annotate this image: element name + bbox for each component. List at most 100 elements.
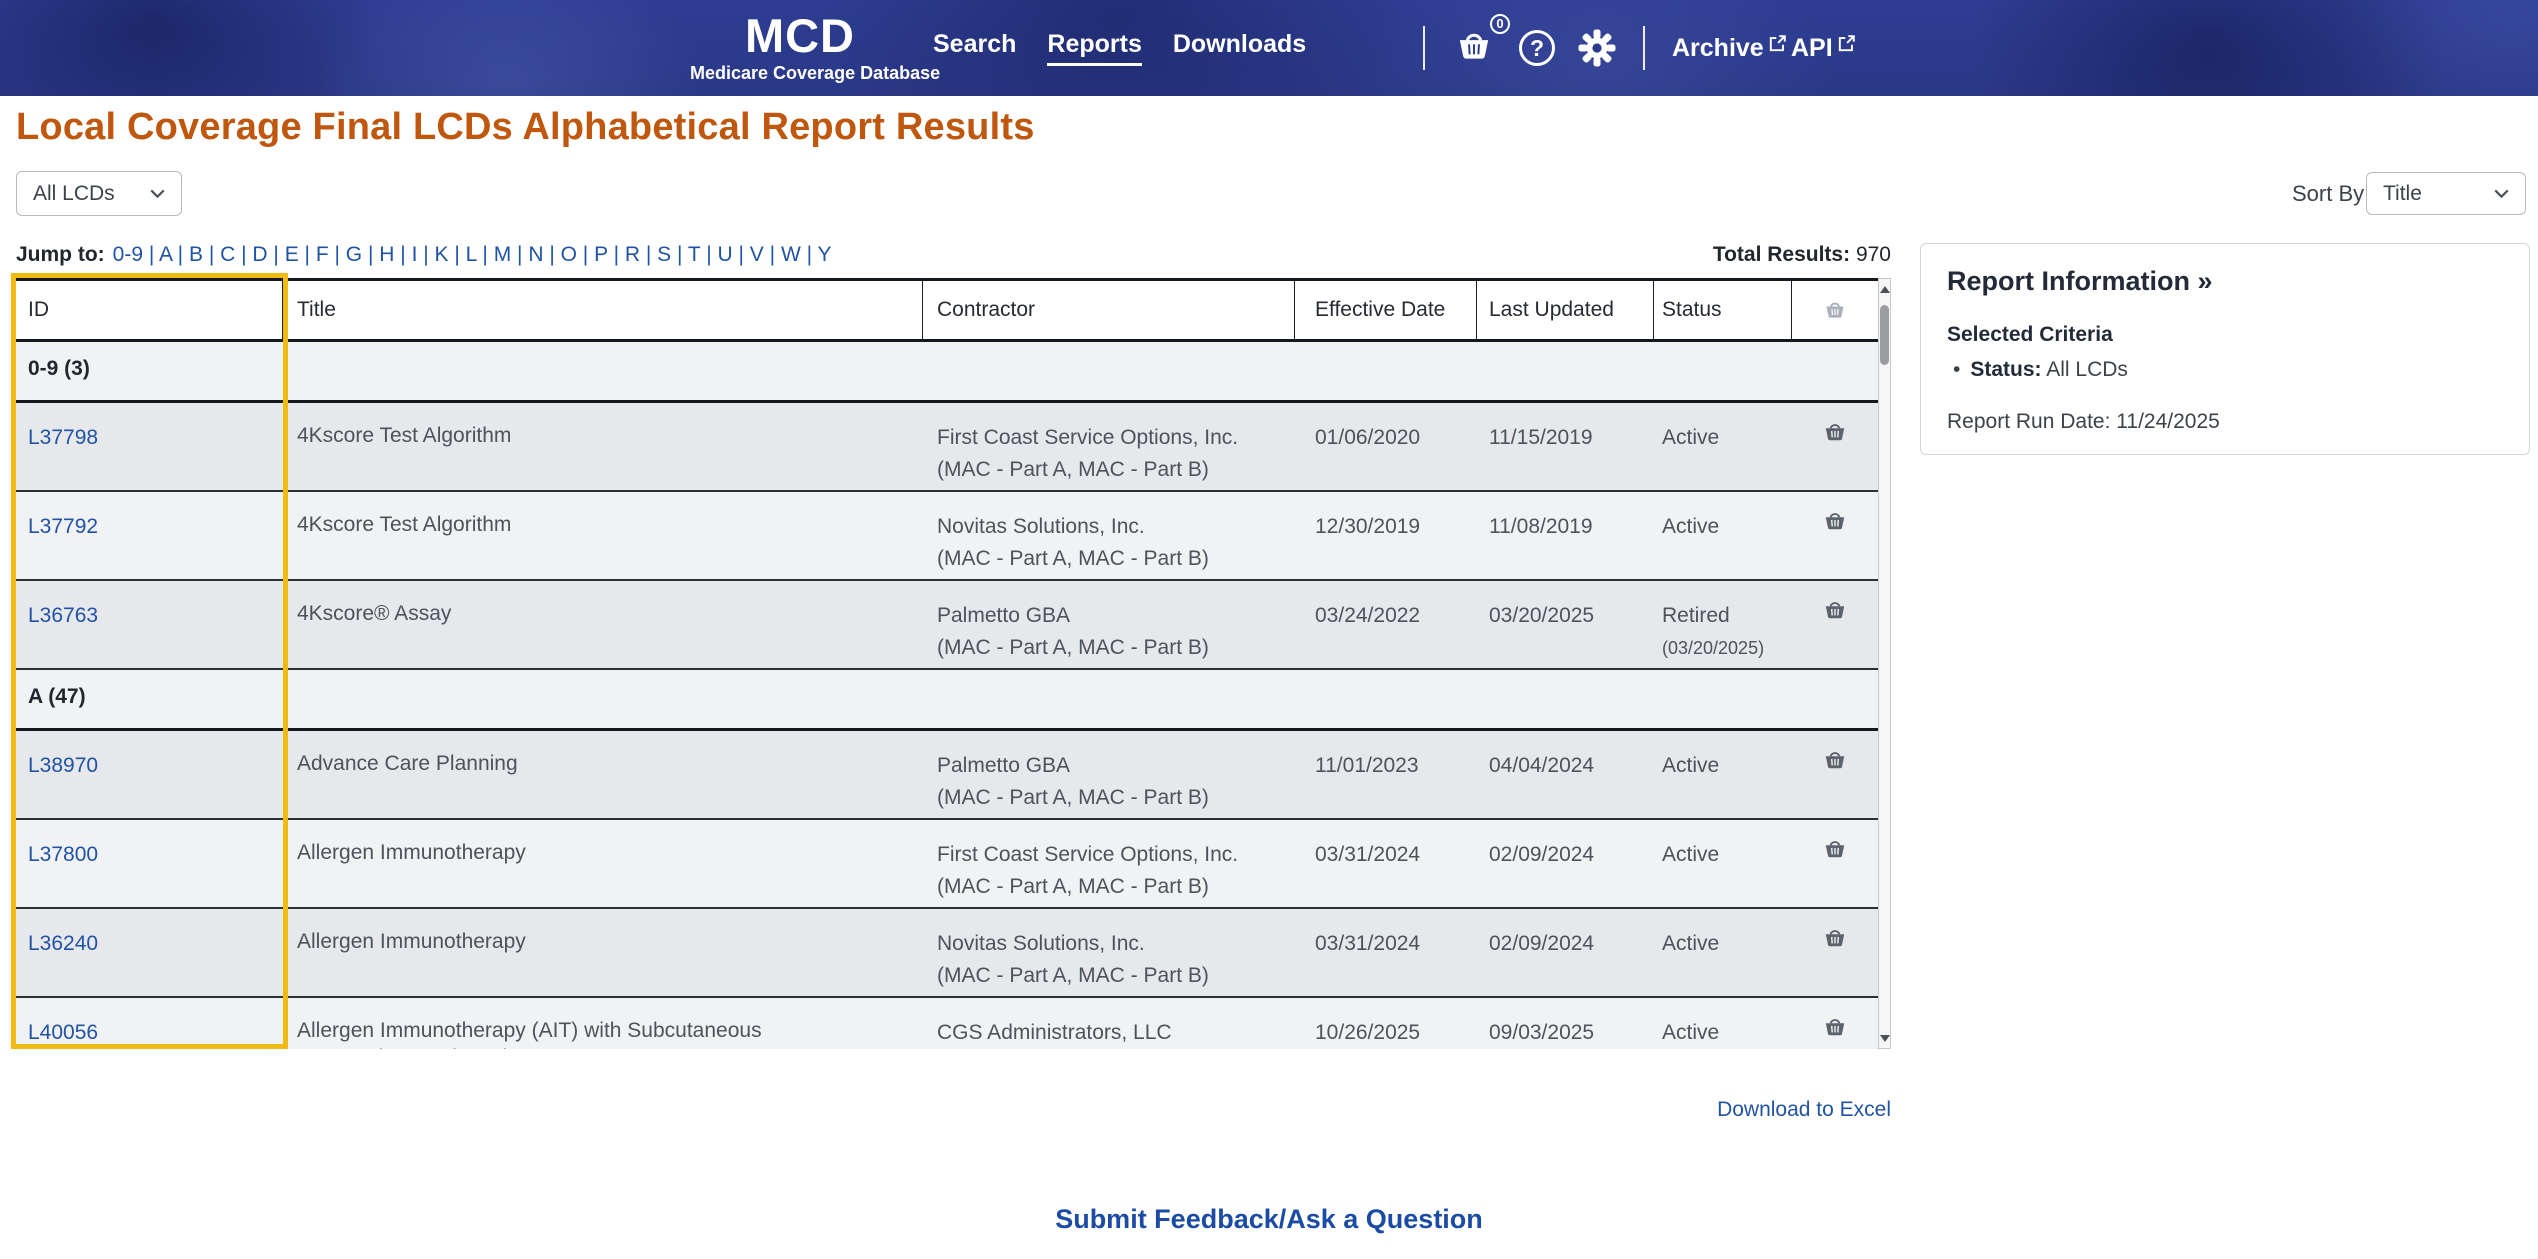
lcd-filter-select[interactable]: All LCDs bbox=[16, 171, 182, 216]
jump-link-H[interactable]: H bbox=[379, 243, 394, 266]
basket-button[interactable]: 0 bbox=[1448, 0, 1510, 96]
api-link[interactable]: API bbox=[1791, 0, 1855, 96]
jump-link-B[interactable]: B bbox=[189, 243, 203, 266]
jump-link-F[interactable]: F bbox=[316, 243, 329, 266]
jump-link-C[interactable]: C bbox=[220, 243, 235, 266]
lcd-filter-value: All LCDs bbox=[33, 181, 115, 205]
help-button[interactable]: ? bbox=[1515, 0, 1559, 96]
contractor-detail: (MAC - Part A, MAC - Part B) bbox=[937, 875, 1209, 898]
add-to-basket-button[interactable] bbox=[1792, 998, 1878, 1049]
nav-downloads[interactable]: Downloads bbox=[1173, 30, 1306, 66]
table-body: 0-9 (3) L37798 4Kscore Test Algorithm Fi… bbox=[16, 342, 1878, 1049]
cell-effective-date: 11/01/2023 bbox=[1315, 754, 1419, 777]
status-value: Active bbox=[1662, 843, 1720, 866]
jump-to-row: Jump to: 0-9 | A | B | C | D | E | F | G … bbox=[16, 243, 832, 267]
cell-title: Allergen Immunotherapy bbox=[297, 930, 526, 953]
col-header-last-updated[interactable]: Last Updated bbox=[1477, 281, 1654, 339]
status-value: Active bbox=[1662, 754, 1720, 777]
status-value: Active bbox=[1662, 515, 1720, 538]
col-header-id[interactable]: ID bbox=[16, 281, 283, 339]
cell-effective-date: 01/06/2020 bbox=[1315, 426, 1421, 449]
jump-link-D[interactable]: D bbox=[252, 243, 267, 266]
jump-link-E[interactable]: E bbox=[285, 243, 299, 266]
cell-contractor: Palmetto GBA (MAC - Part A, MAC - Part B… bbox=[923, 731, 1295, 818]
add-to-basket-button[interactable] bbox=[1792, 820, 1878, 907]
jump-link-0-9[interactable]: 0-9 bbox=[113, 243, 143, 266]
group-label: 0-9 (3) bbox=[28, 357, 90, 380]
add-to-basket-button[interactable] bbox=[1792, 909, 1878, 996]
cell-last-updated: 03/20/2025 bbox=[1489, 604, 1595, 627]
nav-reports[interactable]: Reports bbox=[1047, 30, 1142, 66]
jump-link-R[interactable]: R bbox=[625, 243, 640, 266]
cell-status: Retired (03/20/2025) bbox=[1654, 581, 1792, 668]
cell-title: 4Kscore Test Algorithm bbox=[297, 424, 512, 447]
sort-by-label: Sort By: bbox=[2292, 181, 2371, 206]
nav-search[interactable]: Search bbox=[933, 30, 1016, 66]
jump-link-Y[interactable]: Y bbox=[818, 243, 832, 266]
logo-subtitle: Medicare Coverage Database bbox=[690, 63, 941, 83]
cell-id: L36763 bbox=[16, 581, 283, 668]
jump-link-G[interactable]: G bbox=[346, 243, 362, 266]
lcd-id-link[interactable]: L37800 bbox=[28, 843, 98, 866]
mcd-logo[interactable]: MCD Medicare Coverage Database bbox=[690, 9, 941, 84]
jump-separator: | bbox=[511, 243, 529, 266]
jump-separator: | bbox=[800, 243, 818, 266]
add-to-basket-button[interactable] bbox=[1792, 492, 1878, 579]
col-header-effective-date[interactable]: Effective Date bbox=[1295, 281, 1477, 339]
col-header-title[interactable]: Title bbox=[283, 281, 923, 339]
logo-title: MCD bbox=[744, 9, 856, 62]
report-information-title[interactable]: Report Information » bbox=[1947, 266, 2503, 297]
jump-separator: | bbox=[143, 243, 159, 266]
jump-link-W[interactable]: W bbox=[781, 243, 801, 266]
scrollbar-down-button[interactable] bbox=[1879, 1028, 1890, 1048]
col-header-basket bbox=[1792, 281, 1878, 339]
add-to-basket-button[interactable] bbox=[1792, 403, 1878, 490]
jump-link-V[interactable]: V bbox=[750, 243, 764, 266]
sort-by-select[interactable]: Title bbox=[2366, 172, 2526, 215]
jump-link-K[interactable]: K bbox=[435, 243, 449, 266]
lcd-id-link[interactable]: L37792 bbox=[28, 515, 98, 538]
cell-last-updated: 09/03/2025 bbox=[1489, 1021, 1595, 1044]
cell-title: 4Kscore® Assay bbox=[297, 602, 452, 625]
jump-link-U[interactable]: U bbox=[718, 243, 733, 266]
total-results-label: Total Results: bbox=[1712, 243, 1851, 266]
submit-feedback-link[interactable]: Submit Feedback/Ask a Question bbox=[0, 1204, 2538, 1235]
download-to-excel-link[interactable]: Download to Excel bbox=[1717, 1098, 1891, 1122]
basket-icon bbox=[1459, 33, 1489, 59]
jump-link-L[interactable]: L bbox=[466, 243, 477, 266]
jump-link-P[interactable]: P bbox=[594, 243, 608, 266]
cell-last-updated: 11/15/2019 bbox=[1489, 426, 1593, 449]
lcd-id-link[interactable]: L37798 bbox=[28, 426, 98, 449]
lcd-id-link[interactable]: L40056 bbox=[28, 1021, 98, 1044]
jump-link-O[interactable]: O bbox=[561, 243, 577, 266]
lcd-id-link[interactable]: L36240 bbox=[28, 932, 98, 955]
jump-link-M[interactable]: M bbox=[494, 243, 512, 266]
jump-link-T[interactable]: T bbox=[688, 243, 700, 266]
jump-link-A[interactable]: A bbox=[159, 243, 172, 266]
col-header-status[interactable]: Status bbox=[1654, 281, 1792, 339]
chevron-down-icon bbox=[2494, 189, 2509, 198]
contractor-name: CGS Administrators, LLC bbox=[937, 1021, 1172, 1044]
jump-link-S[interactable]: S bbox=[657, 243, 671, 266]
col-header-contractor[interactable]: Contractor bbox=[923, 281, 1295, 339]
lcd-id-link[interactable]: L38970 bbox=[28, 754, 98, 777]
scrollbar-thumb[interactable] bbox=[1880, 305, 1889, 365]
lcd-id-link[interactable]: L36763 bbox=[28, 604, 98, 627]
jump-links: 0-9 | A | B | C | D | E | F | G | H | I … bbox=[113, 243, 832, 266]
results-table: ID Title Contractor Effective Date Last … bbox=[16, 278, 1878, 1049]
bullet-icon: • bbox=[1953, 358, 1961, 381]
basket-count-badge: 0 bbox=[1490, 13, 1510, 34]
jump-link-N[interactable]: N bbox=[528, 243, 543, 266]
table-row: L37792 4Kscore Test Algorithm Novitas So… bbox=[16, 492, 1878, 581]
add-to-basket-button[interactable] bbox=[1792, 731, 1878, 818]
cell-contractor: First Coast Service Options, Inc. (MAC -… bbox=[923, 820, 1295, 907]
archive-link[interactable]: Archive bbox=[1672, 0, 1786, 96]
header-divider bbox=[1423, 26, 1425, 70]
add-to-basket-button[interactable] bbox=[1792, 581, 1878, 668]
cell-effective-date: 03/31/2024 bbox=[1315, 843, 1421, 866]
contractor-name: First Coast Service Options, Inc. bbox=[937, 843, 1239, 866]
scrollbar-up-button[interactable] bbox=[1879, 279, 1890, 299]
settings-button[interactable] bbox=[1574, 0, 1620, 96]
jump-separator: | bbox=[235, 243, 253, 266]
table-scrollbar[interactable] bbox=[1878, 278, 1891, 1049]
